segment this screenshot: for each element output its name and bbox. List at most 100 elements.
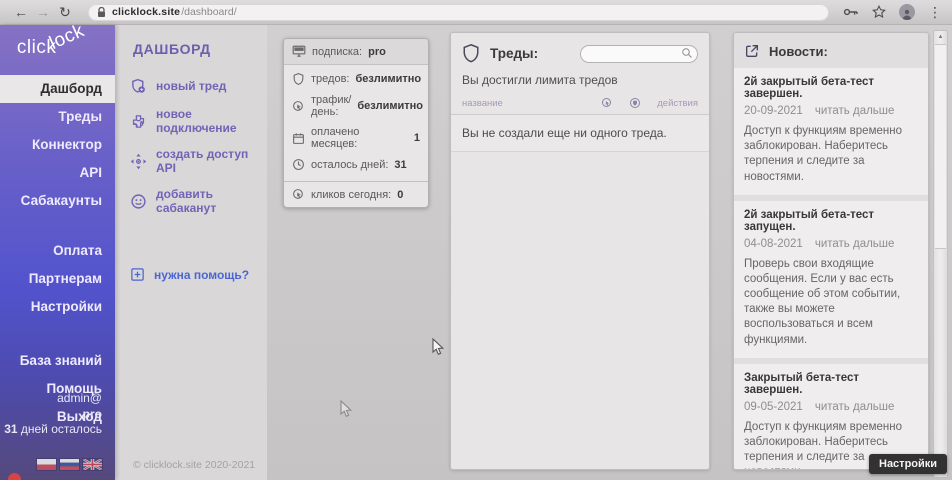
- subscription-label: подписка:: [312, 46, 362, 58]
- account-email: admin@: [4, 391, 102, 407]
- news-item-body: Проверь свои входящие сообщения. Если у …: [744, 257, 918, 348]
- back-button[interactable]: ←: [10, 4, 32, 20]
- browser-toolbar: ← → ↻ clicklock.site/dashboard/ ⋮: [0, 0, 952, 25]
- action-add-subaccount[interactable]: добавить сабаканут: [115, 181, 267, 221]
- scrollbar-thumb[interactable]: [935, 44, 946, 249]
- days-text: дней осталось: [18, 422, 102, 436]
- sidebar-item-dashboard[interactable]: Дашборд: [0, 75, 115, 103]
- days-number: 31: [4, 422, 17, 436]
- url-path: /dashboard/: [181, 6, 236, 18]
- shield-icon: [292, 72, 305, 86]
- padlock-icon: [97, 7, 106, 18]
- logo-lock: lock: [47, 20, 89, 55]
- move-arrows-icon: [130, 153, 147, 170]
- copyright-footer: © clicklock.site 2020-2021: [133, 459, 255, 471]
- recording-dot: [8, 473, 21, 480]
- read-more-link[interactable]: читать дальше: [815, 401, 895, 413]
- news-panel: Новости: 2й закрытый бета-тест завершен.…: [733, 32, 929, 470]
- cursor-click-icon: [292, 188, 305, 201]
- row-value: безлимитно: [355, 73, 421, 85]
- subscription-row-months: оплачено месяцев: 1: [284, 122, 428, 154]
- browser-menu-icon[interactable]: ⋮: [928, 4, 938, 21]
- page-scrollbar[interactable]: ▲ ▼: [933, 30, 948, 478]
- address-bar[interactable]: clicklock.site/dashboard/: [88, 4, 829, 21]
- sidebar-item-knowledge-base[interactable]: База знаний: [0, 347, 115, 375]
- action-new-connection[interactable]: новое подключение: [115, 101, 267, 141]
- sidebar-item-subaccounts[interactable]: Сабакаунты: [0, 187, 115, 215]
- news-item-title: Закрытый бета-тест завершен.: [744, 372, 918, 396]
- row-label: оплачено месяцев:: [311, 126, 408, 150]
- row-value: 31: [394, 159, 406, 171]
- bookmark-star-icon[interactable]: [872, 5, 886, 19]
- account-days-left: 31 дней осталось: [4, 422, 102, 438]
- calendar-icon: [292, 132, 305, 145]
- page-body: clicklock Дашборд Треды Коннектор API Са…: [0, 25, 952, 480]
- subscription-row-days-left: осталось дней: 31: [284, 154, 428, 178]
- settings-overlay-button[interactable]: Настройки: [869, 454, 947, 474]
- threads-empty-message: Вы не создали еще ни одного треда.: [451, 115, 709, 152]
- account-plan: pro: [4, 407, 102, 423]
- sidebar-item-partners[interactable]: Партнерам: [0, 265, 115, 293]
- page-title: ДАШБОРД: [133, 41, 267, 57]
- uk-flag[interactable]: [83, 459, 102, 470]
- sidebar-item-api[interactable]: API: [0, 159, 115, 187]
- puzzle-icon: [130, 113, 147, 130]
- row-label: кликов сегодня:: [311, 189, 391, 201]
- monitor-icon: [292, 45, 306, 58]
- threads-title: Треды:: [490, 46, 538, 61]
- news-item-date: 20-09-2021: [744, 105, 803, 117]
- shield-plus-icon: [130, 77, 147, 95]
- news-title: Новости:: [769, 44, 828, 59]
- clicks-column-icon: [601, 97, 613, 109]
- reload-button[interactable]: ↻: [54, 4, 76, 21]
- help-label: нужна помощь?: [154, 268, 249, 282]
- clicklock-logo: clicklock: [0, 25, 115, 75]
- action-new-thread[interactable]: новый тред: [115, 71, 267, 101]
- mouse-cursor-icon: [430, 338, 445, 356]
- sidebar-item-settings[interactable]: Настройки: [0, 293, 115, 321]
- action-label: добавить сабаканут: [156, 187, 261, 215]
- smiley-icon: [130, 193, 147, 210]
- help-link[interactable]: нужна помощь?: [115, 261, 267, 288]
- clock-icon: [292, 158, 305, 171]
- news-item-title: 2й закрытый бета-тест запущен.: [744, 209, 918, 233]
- poland-flag[interactable]: [37, 459, 56, 470]
- forward-button[interactable]: →: [32, 4, 54, 20]
- column-actions-header: действия: [657, 98, 698, 109]
- row-value: безлимитно: [357, 100, 423, 112]
- action-create-api-access[interactable]: создать доступ API: [115, 141, 267, 181]
- screen: ← → ↻ clicklock.site/dashboard/ ⋮ clickl…: [0, 0, 952, 480]
- subscription-header: подписка: pro: [284, 39, 428, 65]
- news-item-body: Доступ к функциям временно заблокирован.…: [744, 124, 918, 185]
- row-label: тредов:: [311, 73, 349, 85]
- read-more-link[interactable]: читать дальше: [815, 238, 895, 250]
- action-label: создать доступ API: [156, 147, 261, 175]
- news-item-title: 2й закрытый бета-тест завершен.: [744, 76, 918, 100]
- row-value: 0: [397, 189, 403, 201]
- sidebar-item-payment[interactable]: Оплата: [0, 237, 115, 265]
- subscription-row-clicks-today: кликов сегодня: 0: [284, 181, 428, 207]
- subscription-row-threads: тредов: безлимитно: [284, 65, 428, 90]
- shield-icon: [462, 43, 480, 63]
- row-value: 1: [414, 132, 420, 144]
- scroll-up-arrow[interactable]: ▲: [934, 34, 947, 40]
- plus-square-icon: [130, 267, 145, 282]
- subscription-plan-value: pro: [368, 46, 386, 58]
- sidebar-item-threads[interactable]: Треды: [0, 103, 115, 131]
- threads-table-header: название действия: [451, 94, 709, 115]
- key-icon[interactable]: [843, 6, 859, 18]
- action-label: новый тред: [156, 79, 226, 93]
- subscription-row-traffic: трафик/день: безлимитно: [284, 90, 428, 122]
- action-label: новое подключение: [156, 107, 261, 135]
- search-icon[interactable]: [681, 47, 693, 59]
- threads-panel: Треды: Вы достигли лимита тредов названи…: [450, 32, 710, 470]
- russia-flag[interactable]: [60, 459, 79, 470]
- column-name-header: название: [462, 98, 503, 109]
- sidebar-item-connector[interactable]: Коннектор: [0, 131, 115, 159]
- news-item: 2й закрытый бета-тест завершен. 20-09-20…: [734, 68, 928, 195]
- profile-avatar-icon[interactable]: [899, 4, 915, 20]
- news-item-date: 04-08-2021: [744, 238, 803, 250]
- account-info: admin@ pro 31 дней осталось: [4, 391, 102, 438]
- read-more-link[interactable]: читать дальше: [815, 105, 895, 117]
- news-item: 2й закрытый бета-тест запущен. 04-08-202…: [734, 201, 928, 358]
